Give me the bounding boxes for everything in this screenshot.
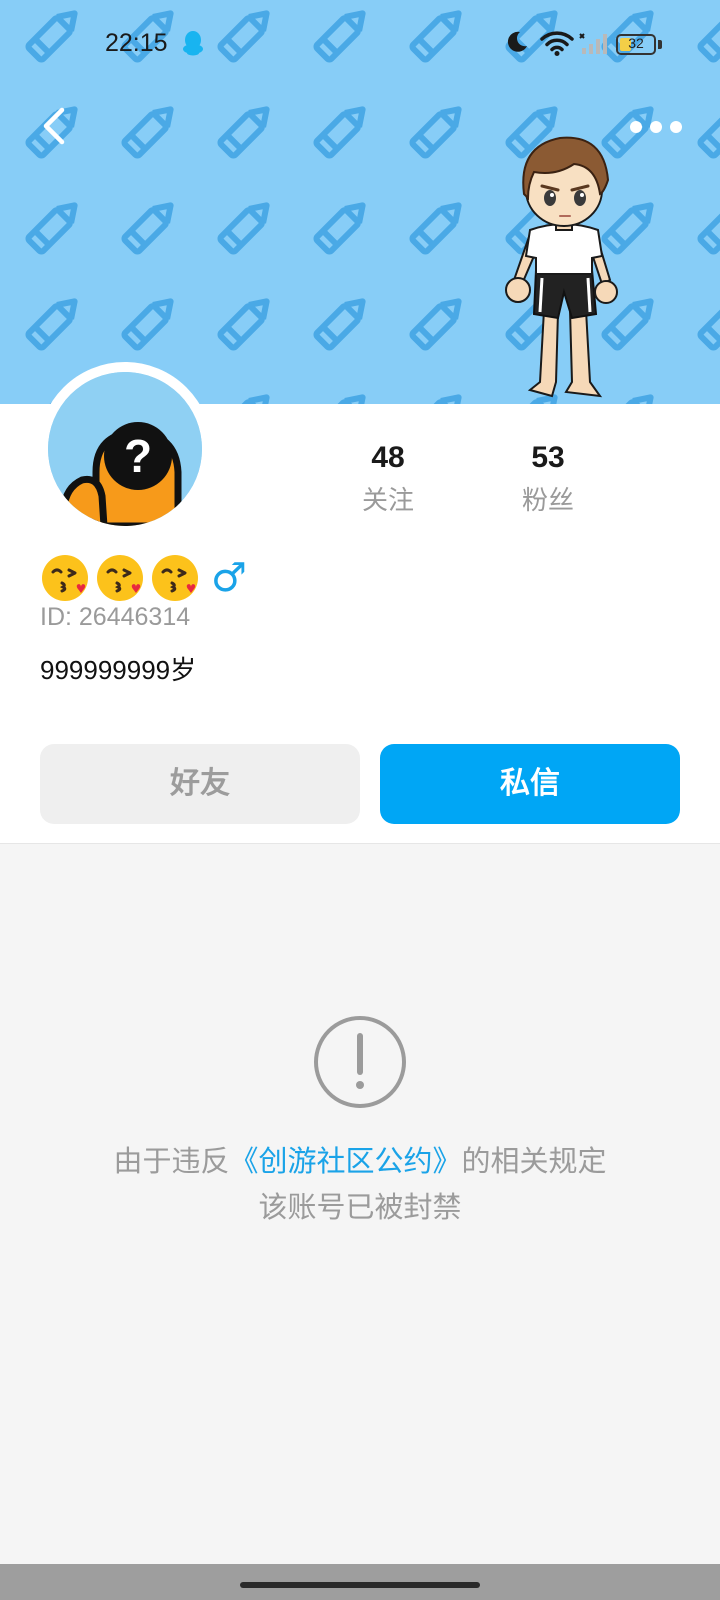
ban-notice-prefix: 由于违反 xyxy=(113,1144,230,1178)
more-dots-icon xyxy=(630,121,682,133)
exclamation-circle-icon xyxy=(314,1016,406,1108)
section-divider xyxy=(0,843,720,844)
following-stat[interactable]: 48 关注 xyxy=(318,440,458,518)
kissing-face-emoji: 😘 xyxy=(152,555,198,601)
ban-notice-suffix: 的相关规定 xyxy=(461,1144,607,1178)
friend-button[interactable]: 好友 xyxy=(40,744,360,824)
chevron-left-icon xyxy=(43,107,65,145)
user-age: 999999999岁 xyxy=(40,655,197,685)
avatar-character-figure xyxy=(505,136,618,398)
fans-stat[interactable]: 53 粉丝 xyxy=(478,440,618,518)
kissing-face-emoji: 😘 xyxy=(42,555,88,601)
message-button[interactable]: 私信 xyxy=(380,744,680,824)
status-bar: 22:15 32 xyxy=(0,0,720,92)
nickname: 😘 😘 😘 ♂ xyxy=(40,553,247,603)
avatar[interactable]: ? xyxy=(48,372,202,526)
more-options-button[interactable] xyxy=(630,110,684,144)
qq-icon xyxy=(183,31,203,56)
back-button[interactable] xyxy=(34,104,78,148)
battery-cap xyxy=(658,40,662,49)
profile-banner: 22:15 32 xyxy=(0,0,720,404)
signal-icon xyxy=(579,33,607,54)
fans-label: 粉丝 xyxy=(521,486,574,516)
battery-icon: 32 xyxy=(616,34,656,55)
question-mark-avatar-icon: ? xyxy=(48,372,202,526)
wifi-icon xyxy=(540,31,574,56)
svg-text:?: ? xyxy=(124,430,152,482)
ban-notice-line-2: 该账号已被封禁 xyxy=(258,1190,462,1224)
battery-level: 32 xyxy=(628,35,644,51)
moon-icon xyxy=(507,31,527,52)
following-label: 关注 xyxy=(361,486,414,516)
male-gender-icon: ♂ xyxy=(211,555,247,601)
user-id: ID: 26446314 xyxy=(40,603,191,631)
community-rules-link[interactable]: 《创游社区公约》 xyxy=(229,1144,461,1178)
ban-notice-line-1: 由于违反《创游社区公约》的相关规定 xyxy=(0,1138,720,1184)
following-count: 48 xyxy=(371,441,405,474)
home-gesture-handle[interactable] xyxy=(240,1582,480,1588)
kissing-face-emoji: 😘 xyxy=(97,555,143,601)
fans-count: 53 xyxy=(531,441,565,474)
ban-notice: 由于违反《创游社区公约》的相关规定 该账号已被封禁 xyxy=(0,1138,720,1230)
status-time: 22:15 xyxy=(105,29,168,57)
